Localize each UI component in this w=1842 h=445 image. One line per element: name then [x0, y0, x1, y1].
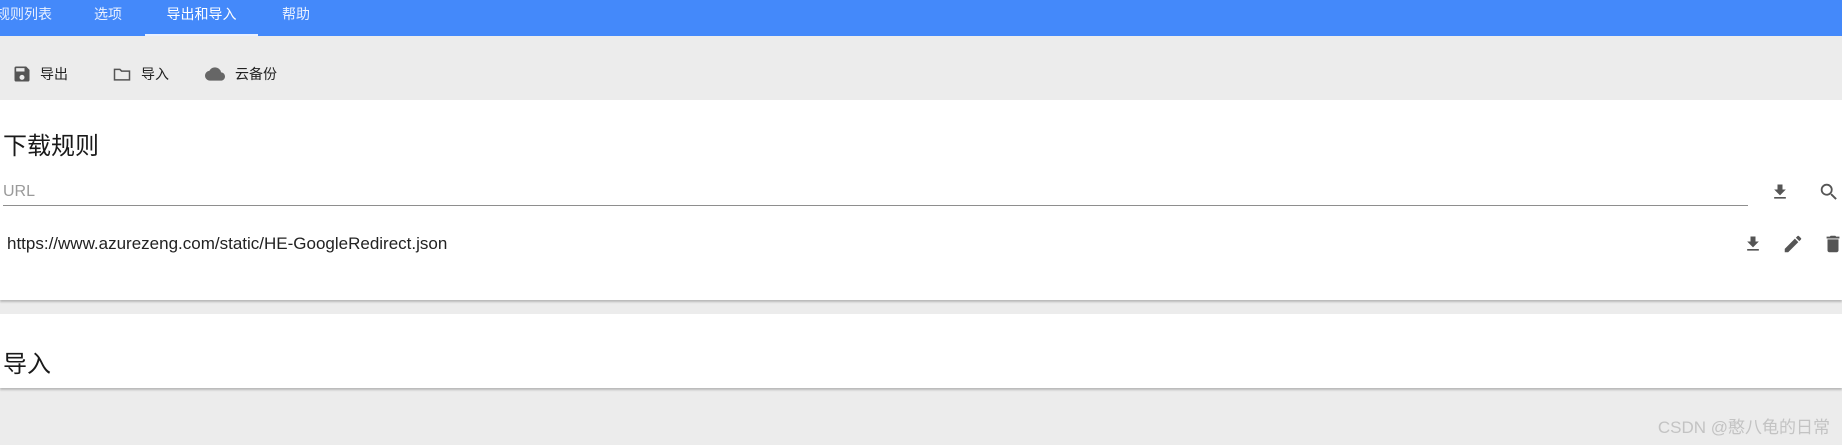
cloud-icon [205, 67, 225, 81]
tab-help[interactable]: 帮助 [282, 0, 310, 36]
pencil-icon [1784, 235, 1802, 253]
rule-download-button[interactable] [1741, 232, 1765, 256]
download-rules-title: 下载规则 [3, 133, 99, 160]
tab-export-import[interactable]: 导出和导入 [145, 0, 258, 36]
export-label: 导出 [40, 66, 68, 82]
export-button[interactable]: 导出 [12, 62, 68, 86]
import-title: 导入 [3, 351, 51, 378]
watermark: CSDN @憨八龟的日常 [1657, 418, 1830, 437]
download-url-button[interactable] [1768, 180, 1792, 204]
cloud-backup-label: 云备份 [235, 66, 277, 82]
rule-edit-button[interactable] [1781, 232, 1805, 256]
url-input[interactable] [3, 179, 1748, 206]
download-icon [1774, 184, 1786, 199]
search-icon [1820, 183, 1837, 200]
import-button[interactable]: 导入 [111, 62, 169, 86]
tab-rule-list[interactable]: 规则列表 [0, 0, 52, 36]
cloud-backup-button[interactable]: 云备份 [203, 62, 277, 86]
rule-delete-button[interactable] [1821, 232, 1842, 256]
import-label: 导入 [141, 66, 169, 82]
trash-icon [1826, 235, 1840, 253]
folder-icon [113, 68, 131, 81]
download-rules-card: 下载规则 https://www.azurezeng.com/static/HE… [0, 100, 1842, 300]
top-nav-bar: 规则列表 选项 导出和导入 帮助 [0, 0, 1842, 36]
tab-options[interactable]: 选项 [94, 0, 122, 36]
save-icon [14, 66, 30, 82]
import-card: 导入 [0, 314, 1842, 388]
search-button[interactable] [1817, 180, 1841, 204]
toolbar: 导出 导入 云备份 [0, 36, 1842, 99]
rule-url: https://www.azurezeng.com/static/HE-Goog… [7, 234, 448, 253]
download-icon [1747, 236, 1759, 251]
